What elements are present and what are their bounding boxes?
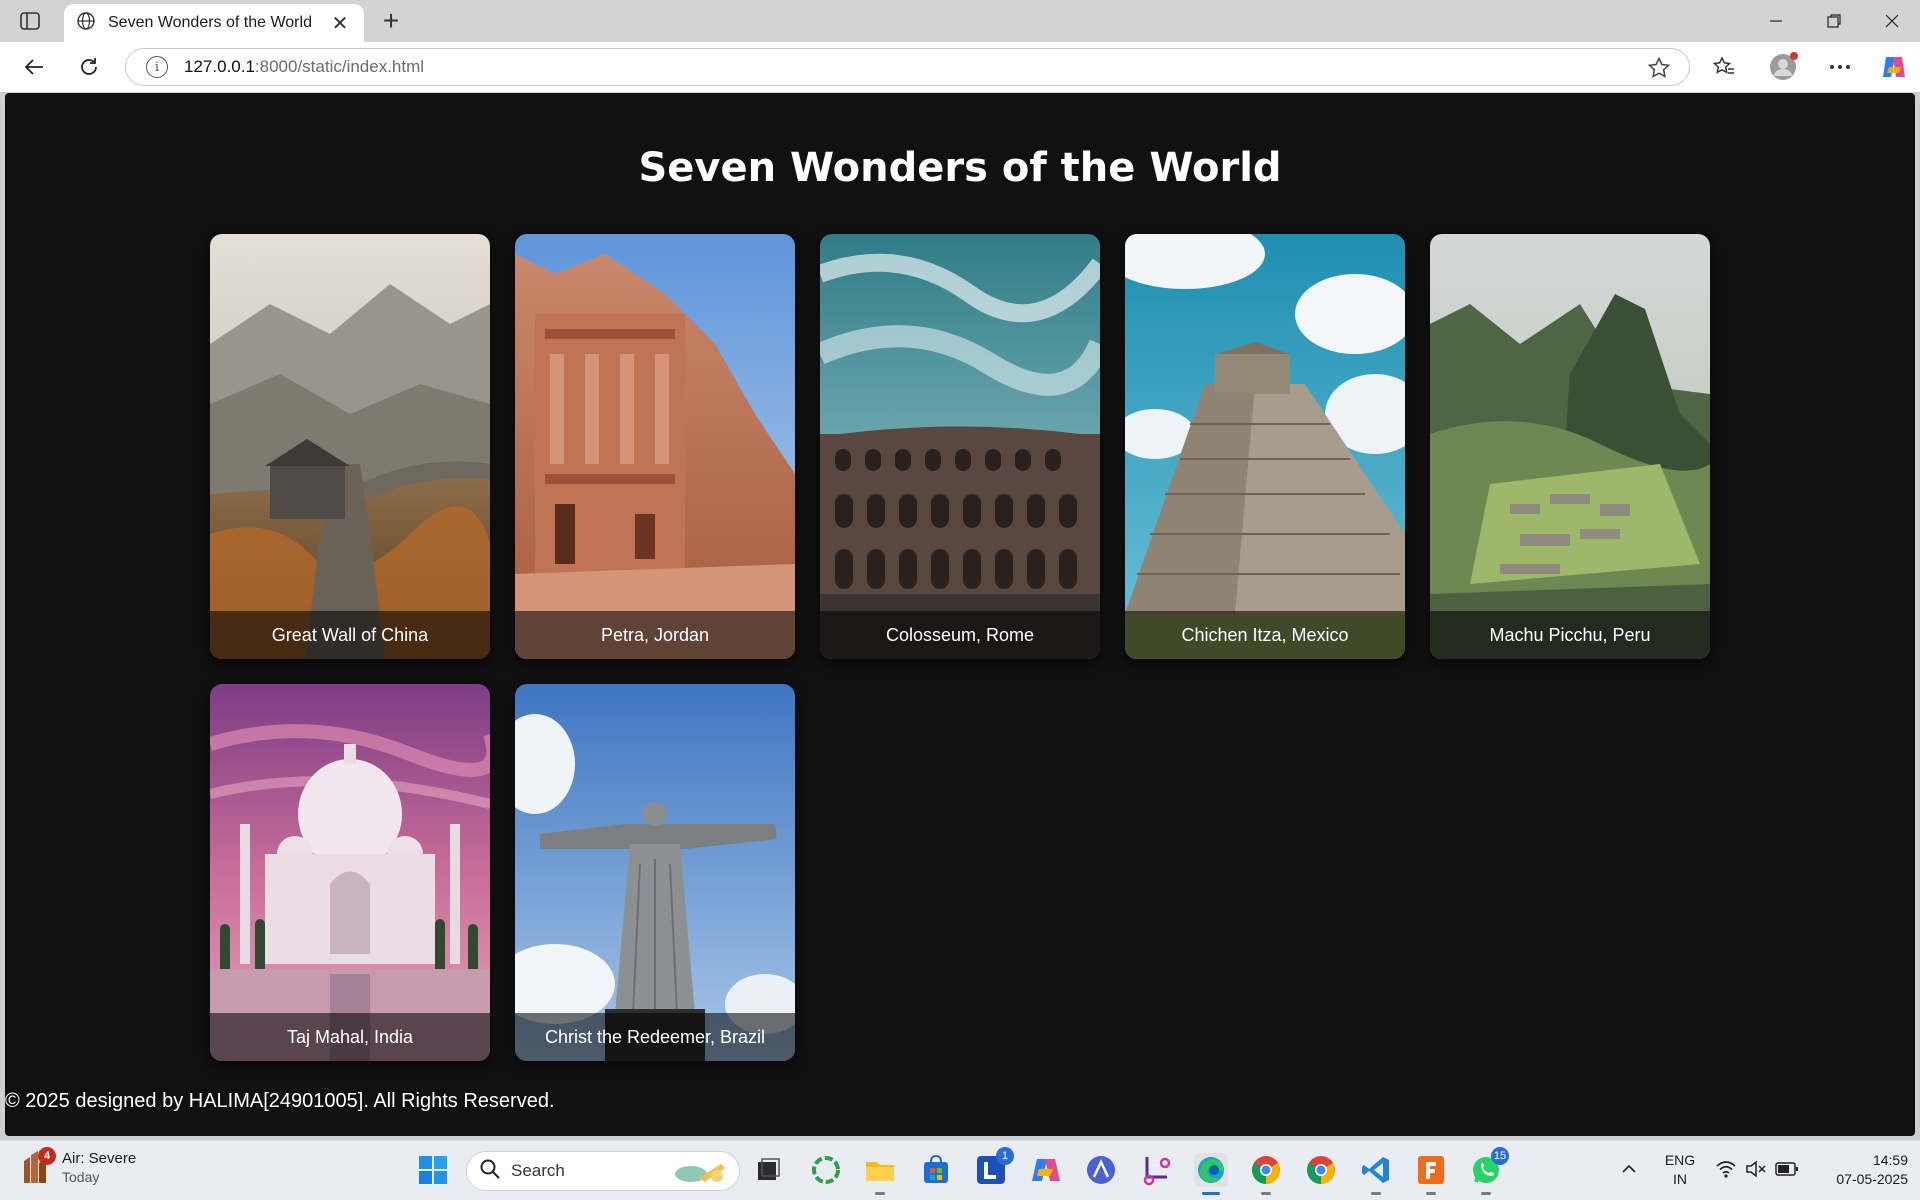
page-viewport: Seven Wonders of the World Great Wall of… <box>5 93 1915 1136</box>
wonder-card-colosseum[interactable]: Colosseum, Rome <box>820 234 1100 659</box>
card-caption: Great Wall of China <box>210 611 490 659</box>
great-wall-image <box>210 234 490 659</box>
card-caption: Petra, Jordan <box>515 611 795 659</box>
card-caption: Chichen Itza, Mexico <box>1125 611 1405 659</box>
address-bar[interactable]: i 127.0.0.1:8000/static/index.html <box>125 48 1690 86</box>
wifi-icon[interactable] <box>1715 1159 1737 1184</box>
card-caption: Colosseum, Rome <box>820 611 1100 659</box>
restore-button[interactable] <box>1806 0 1862 42</box>
christ-the-redeemer-image <box>515 684 795 1061</box>
tab-actions-icon[interactable] <box>12 5 48 37</box>
active-indicator <box>1202 1192 1220 1195</box>
battery-icon[interactable] <box>1775 1160 1799 1183</box>
taskbar-search[interactable]: Search <box>466 1151 740 1191</box>
wonder-card-chichen-itza[interactable]: Chichen Itza, Mexico <box>1125 234 1405 659</box>
chrome-2-icon[interactable] <box>1304 1153 1338 1187</box>
wonder-card-taj-mahal[interactable]: Taj Mahal, India <box>210 684 490 1061</box>
minimize-button[interactable] <box>1748 0 1804 42</box>
wonder-card-christ-the-redeemer[interactable]: Christ the Redeemer, Brazil <box>515 684 795 1061</box>
copilot-app-icon[interactable] <box>1029 1153 1063 1187</box>
running-indicator <box>1371 1192 1381 1195</box>
wonder-card-petra[interactable]: Petra, Jordan <box>515 234 795 659</box>
page-title: Seven Wonders of the World <box>638 145 1282 191</box>
weather-title: Air: Severe <box>62 1149 137 1167</box>
card-caption: Taj Mahal, India <box>210 1013 490 1061</box>
profile-avatar[interactable] <box>1765 49 1801 85</box>
weather-widget[interactable]: 4 Air: Severe Today <box>20 1147 137 1185</box>
file-explorer-icon[interactable] <box>863 1153 897 1195</box>
app-badge: 15 <box>1491 1147 1509 1165</box>
air-quality-icon: 4 <box>20 1147 56 1185</box>
vscode-icon[interactable] <box>1359 1153 1393 1195</box>
refresh-button[interactable] <box>71 49 107 85</box>
wonder-card-machu-picchu[interactable]: Machu Picchu, Peru <box>1430 234 1710 659</box>
taj-mahal-image <box>210 684 490 1061</box>
windows-taskbar: 4 Air: Severe Today Search 1 15 ENG IN 1… <box>0 1140 1920 1200</box>
tab-title: Seven Wonders of the World <box>108 14 312 31</box>
windows-start-icon[interactable] <box>418 1155 448 1185</box>
copilot-ring-icon[interactable] <box>809 1153 843 1187</box>
weather-badge: 4 <box>38 1147 56 1165</box>
show-hidden-icons-chevron-icon[interactable] <box>1620 1160 1638 1183</box>
favorites-icon[interactable] <box>1706 49 1742 85</box>
wonder-card-great-wall[interactable]: Great Wall of China <box>210 234 490 659</box>
copilot-icon[interactable] <box>1876 49 1912 85</box>
running-indicator <box>1426 1192 1436 1195</box>
back-button[interactable] <box>16 49 52 85</box>
footer-copyright: © 2025 designed by HALIMA[24901005]. All… <box>5 1090 555 1112</box>
microsoft-store-icon[interactable] <box>919 1153 953 1187</box>
task-view-icon[interactable] <box>751 1153 785 1187</box>
running-indicator <box>1261 1192 1271 1195</box>
close-tab-icon[interactable]: ✕ <box>328 11 352 35</box>
site-info-icon[interactable]: i <box>146 56 168 78</box>
search-highlight-icon <box>669 1158 729 1191</box>
app-badge: 1 <box>996 1147 1014 1165</box>
browser-toolbar: i 127.0.0.1:8000/static/index.html <box>0 42 1920 92</box>
machu-picchu-image <box>1430 234 1710 659</box>
close-window-button[interactable] <box>1864 0 1920 42</box>
weather-subtitle: Today <box>62 1168 100 1185</box>
clock[interactable]: 14:59 07-05-2025 <box>1808 1151 1908 1189</box>
browser-tab-bar: Seven Wonders of the World ✕ + <box>0 0 1920 42</box>
colosseum-image <box>820 234 1100 659</box>
chrome-icon[interactable] <box>1249 1153 1283 1195</box>
globe-icon <box>76 11 96 36</box>
clock-time: 14:59 <box>1872 1152 1908 1168</box>
url-text: 127.0.0.1:8000/static/index.html <box>184 57 425 76</box>
volume-muted-icon[interactable] <box>1745 1159 1767 1184</box>
petra-image <box>515 234 795 659</box>
language-indicator[interactable]: ENG IN <box>1660 1151 1700 1189</box>
browser-tab[interactable]: Seven Wonders of the World ✕ <box>64 4 364 42</box>
whatsapp-icon[interactable]: 15 <box>1469 1147 1509 1195</box>
snipping-tool-icon[interactable] <box>1139 1153 1173 1187</box>
l-app-icon[interactable]: 1 <box>974 1147 1014 1187</box>
running-indicator <box>1481 1192 1491 1195</box>
chichen-itza-image <box>1125 234 1405 659</box>
card-caption: Machu Picchu, Peru <box>1430 611 1710 659</box>
running-indicator <box>875 1192 885 1195</box>
search-icon <box>479 1158 501 1185</box>
more-menu-icon[interactable] <box>1822 49 1858 85</box>
fl-studio-icon[interactable] <box>1414 1153 1448 1195</box>
vector-app-icon[interactable] <box>1084 1153 1118 1187</box>
search-label: Search <box>511 1161 565 1180</box>
edge-icon[interactable] <box>1194 1153 1228 1195</box>
card-caption: Christ the Redeemer, Brazil <box>515 1013 795 1061</box>
favorite-star-icon[interactable] <box>1647 56 1671 80</box>
clock-date: 07-05-2025 <box>1836 1171 1908 1187</box>
new-tab-button[interactable]: + <box>374 5 408 37</box>
